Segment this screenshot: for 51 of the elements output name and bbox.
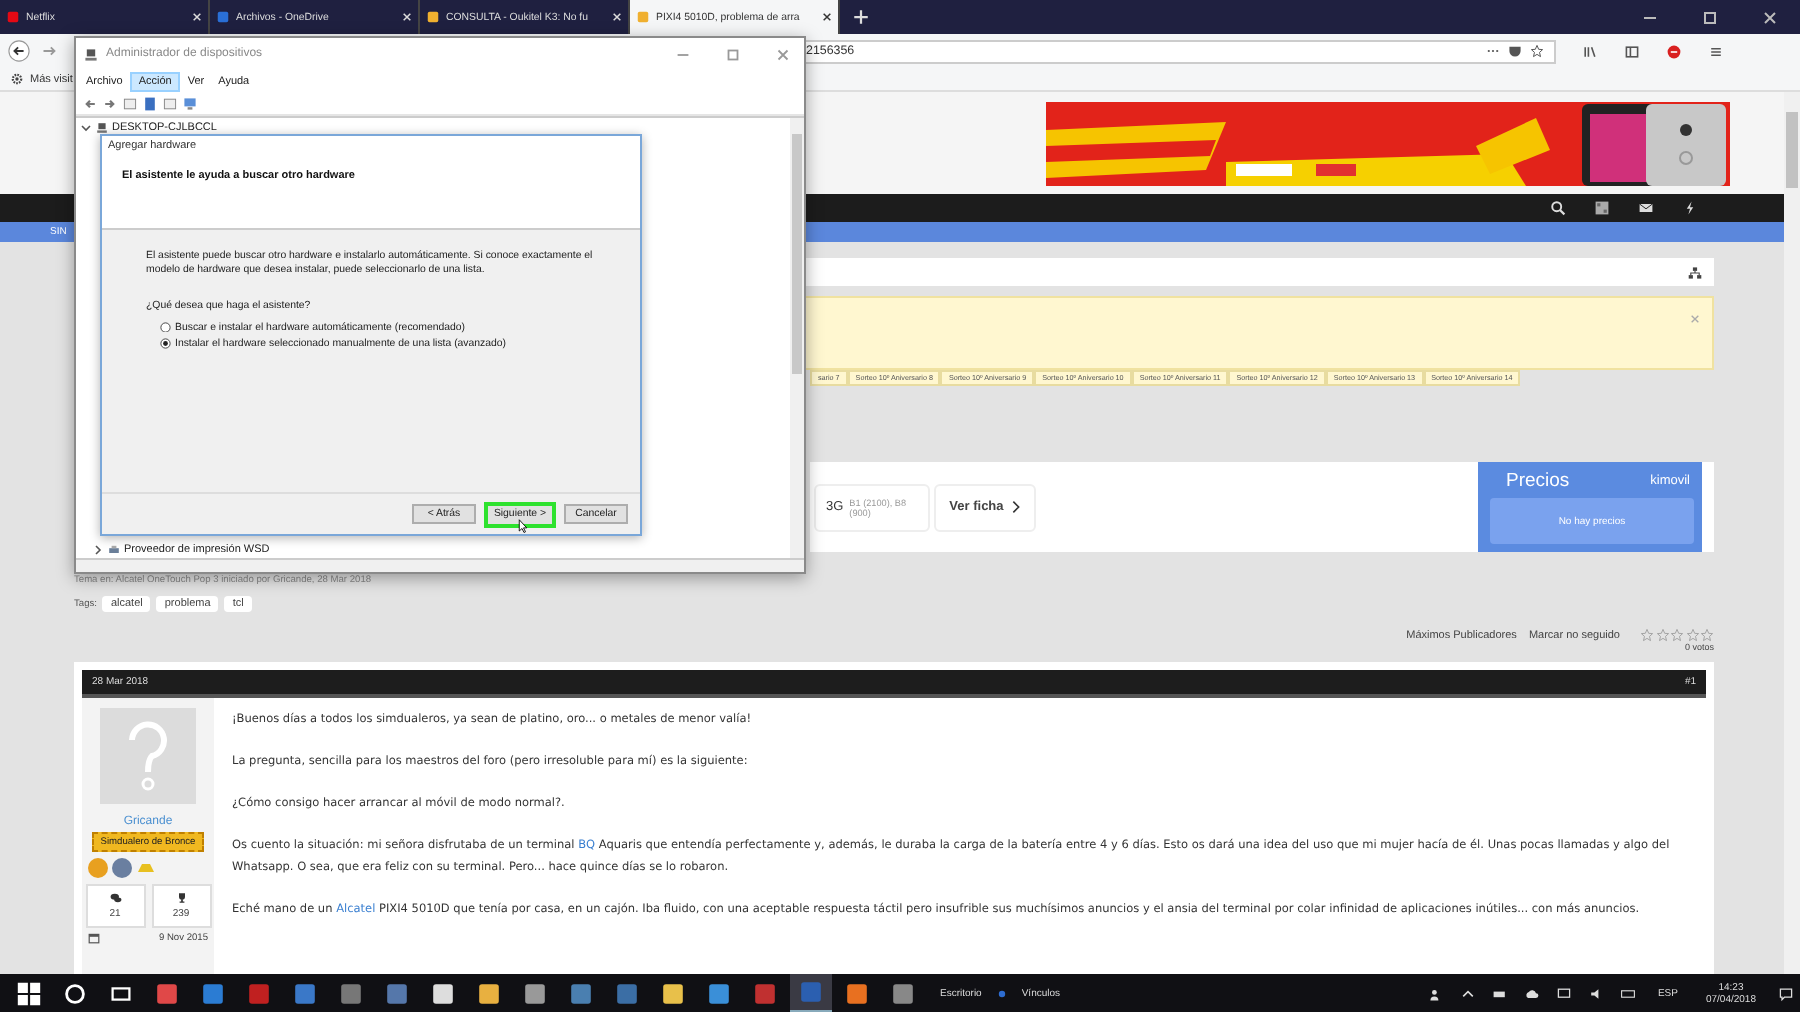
sidebar-icon[interactable] [1624,43,1640,59]
search-icon[interactable] [1550,200,1566,216]
tab-favicon-icon [216,10,230,24]
keyboard-icon[interactable] [1619,985,1636,1001]
tab-favicon-icon [426,10,440,24]
cloud-icon[interactable] [1523,985,1540,1001]
dot-icon [997,989,1006,997]
network-icon[interactable] [1555,985,1572,1001]
lightning-icon[interactable] [1682,200,1698,216]
radio-button[interactable] [160,338,171,350]
close-icon[interactable] [1760,8,1780,28]
list-icon[interactable] [162,95,178,111]
qr-code-icon[interactable] [1594,200,1610,216]
menu-icon[interactable] [1708,43,1724,59]
chevron-up-icon[interactable] [1459,985,1476,1001]
close-icon[interactable] [822,12,832,22]
back-icon[interactable] [8,40,30,62]
prices-title: Precios [1506,470,1570,492]
monitor-icon[interactable] [182,95,198,111]
volume-icon[interactable] [1587,985,1604,1001]
printer-icon [108,544,120,556]
library-icon[interactable] [1582,43,1598,59]
forward-arrow-icon[interactable] [102,95,118,111]
sitemap-icon[interactable] [1688,265,1702,279]
tab-favicon-icon [636,10,650,24]
page-scrollbar[interactable] [1784,92,1800,974]
collapse-caret-icon[interactable] [80,122,92,134]
chevron-icon [1011,500,1020,514]
computer-icon [96,122,108,134]
star-icon[interactable] [1530,44,1544,58]
new-tab-icon[interactable] [852,8,870,26]
gear-icon [10,72,24,86]
radio-button[interactable] [160,321,171,333]
trophy-icon [175,892,187,904]
calendar-icon [88,932,100,944]
properties-icon[interactable] [122,95,138,111]
notifications-icon[interactable] [1778,985,1794,1001]
maximize-icon[interactable] [1700,8,1720,28]
computer-icon [84,47,98,61]
speech-bubbles-icon [109,892,121,904]
help-icon[interactable] [142,95,158,111]
tab-favicon-icon [6,10,20,24]
pocket-icon[interactable] [1508,44,1522,58]
people-icon[interactable] [1427,985,1444,1001]
expand-caret-icon[interactable] [92,544,104,556]
cursor-icon [518,518,528,534]
mail-icon[interactable] [1638,200,1654,216]
tree-scrollbar[interactable] [790,118,804,558]
rating-stars[interactable] [1640,628,1714,642]
adblock-icon[interactable] [1666,43,1682,59]
back-arrow-icon[interactable] [82,95,98,111]
